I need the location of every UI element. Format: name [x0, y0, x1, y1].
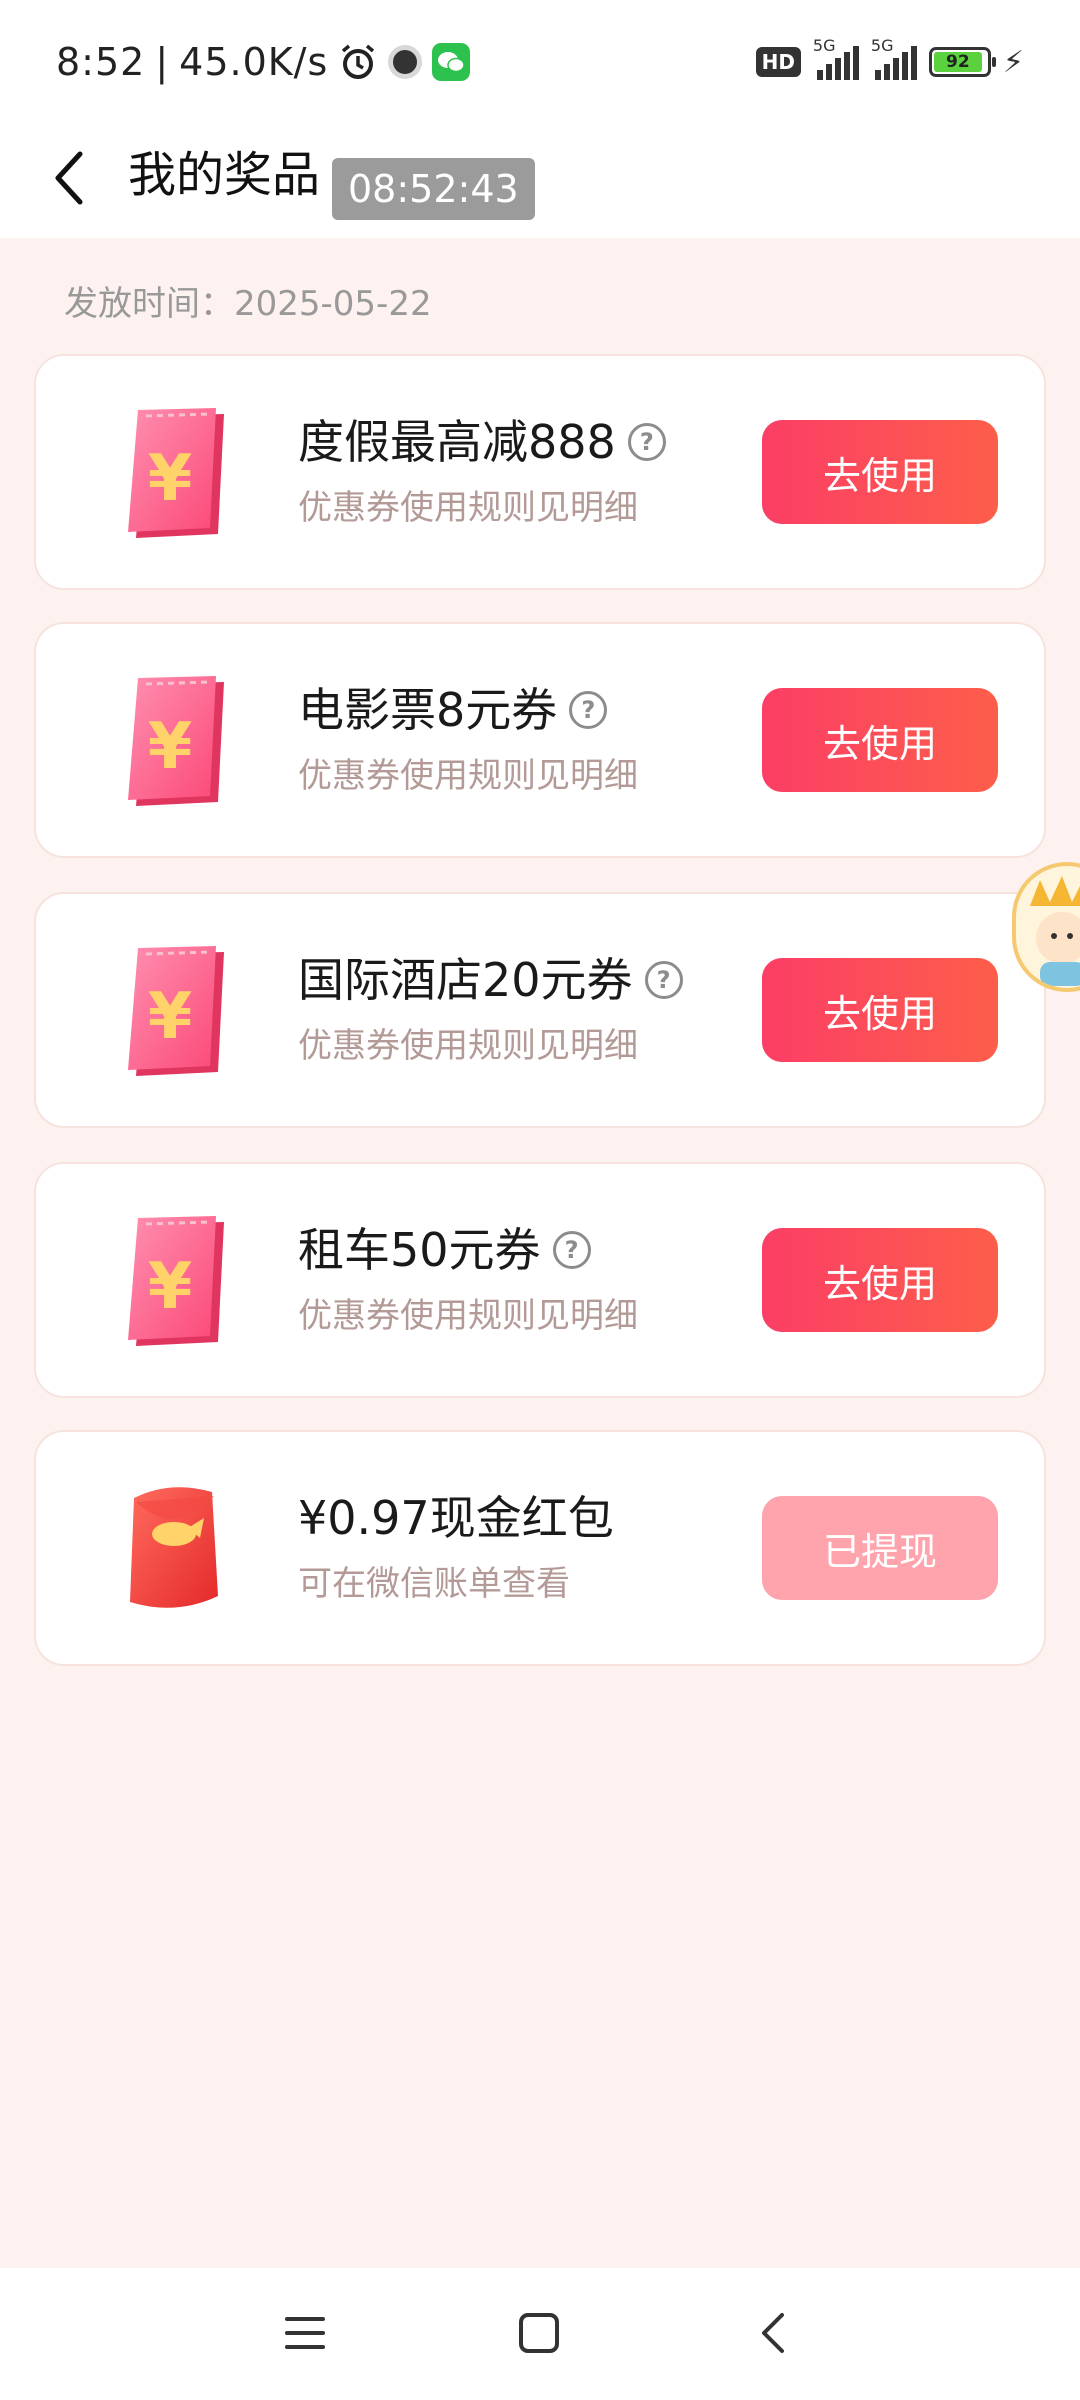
prize-info: 电影票8元券 ? 优惠券使用规则见明细	[298, 680, 638, 797]
status-left: 8:52 | 45.0K/s	[56, 36, 471, 88]
prize-name-row: 度假最高减888 ?	[298, 412, 666, 472]
prize-info: ¥0.97现金红包 可在微信账单查看	[298, 1488, 614, 1605]
help-icon[interactable]: ?	[627, 423, 666, 461]
withdrawn-button[interactable]: 已提现	[762, 1496, 998, 1600]
prize-desc: 优惠券使用规则见明细	[298, 756, 638, 796]
charging-icon: ⚡	[1002, 44, 1024, 80]
prize-name-row: 国际酒店20元券 ?	[298, 950, 683, 1010]
help-icon[interactable]: ?	[644, 961, 683, 999]
prize-desc: 优惠券使用规则见明细	[298, 488, 638, 528]
svg-text:¥: ¥	[148, 980, 193, 1054]
menu-icon	[285, 2317, 325, 2349]
alarm-icon	[338, 42, 378, 82]
dot-app-icon	[388, 45, 423, 79]
use-button[interactable]: 去使用	[762, 958, 998, 1062]
menu-button[interactable]	[270, 2298, 340, 2368]
page-title: 我的奖品	[128, 147, 321, 203]
issue-date-value: 2025-05-22	[234, 284, 432, 324]
prize-info: 度假最高减888 ? 优惠券使用规则见明细	[298, 412, 666, 529]
use-button[interactable]: 去使用	[762, 1228, 998, 1332]
svg-text:¥: ¥	[148, 442, 193, 516]
issue-date-label: 发放时间：	[64, 284, 234, 324]
prize-name: 度假最高减888	[298, 415, 616, 469]
status-bar: 8:52 | 45.0K/s HD 5G 5G 92 ⚡	[0, 0, 1080, 118]
time-overlay: 08:52:43	[332, 158, 535, 220]
chevron-left-icon	[55, 151, 83, 205]
prize-name-row: 电影票8元券 ?	[298, 680, 638, 740]
prize-name: 租车50元券	[298, 1223, 541, 1277]
battery-level: 92	[933, 52, 982, 72]
coupon-icon: ¥	[100, 1210, 246, 1356]
help-icon[interactable]: ?	[569, 691, 608, 729]
prize-desc: 可在微信账单查看	[298, 1564, 570, 1604]
battery-icon: 92	[928, 47, 996, 77]
prize-name: ¥0.97现金红包	[298, 1491, 614, 1545]
svg-text:¥: ¥	[148, 1250, 193, 1324]
red-envelope-icon	[100, 1478, 246, 1624]
system-nav-bar	[0, 2268, 1080, 2400]
signal-icon: 5G	[871, 36, 917, 80]
home-button[interactable]	[504, 2298, 574, 2368]
prize-card: ¥ 国际酒店20元券 ? 优惠券使用规则见明细 去使用	[34, 892, 1046, 1128]
use-button[interactable]: 去使用	[762, 688, 998, 792]
prize-card: ¥ 电影票8元券 ? 优惠券使用规则见明细 去使用	[34, 622, 1046, 858]
home-icon	[519, 2313, 559, 2353]
prize-name: 国际酒店20元券	[298, 953, 633, 1007]
issue-date: 发放时间：2025-05-22	[64, 276, 432, 325]
hd-badge: HD	[755, 47, 801, 77]
prize-card: ¥ 度假最高减888 ? 优惠券使用规则见明细 去使用	[34, 354, 1046, 590]
prize-name-row: ¥0.97现金红包	[298, 1488, 614, 1548]
prize-card: ¥ 租车50元券 ? 优惠券使用规则见明细 去使用	[34, 1162, 1046, 1398]
status-time: 8:52	[56, 40, 146, 84]
coupon-icon: ¥	[100, 402, 246, 548]
prize-card: ¥0.97现金红包 可在微信账单查看 已提现	[34, 1430, 1046, 1666]
prize-info: 国际酒店20元券 ? 优惠券使用规则见明细	[298, 950, 683, 1067]
prize-info: 租车50元券 ? 优惠券使用规则见明细	[298, 1220, 638, 1337]
status-separator: |	[155, 40, 170, 84]
status-right: HD 5G 5G 92 ⚡	[755, 36, 1024, 84]
page-header: 我的奖品 08:52:43	[0, 118, 1080, 238]
svg-text:¥: ¥	[148, 710, 193, 784]
coupon-icon: ¥	[100, 940, 246, 1086]
prize-name-row: 租车50元券 ?	[298, 1220, 638, 1280]
use-button[interactable]: 去使用	[762, 420, 998, 524]
signal-icon: 5G	[813, 36, 859, 80]
prize-name: 电影票8元券	[298, 683, 558, 737]
help-icon[interactable]: ?	[552, 1231, 591, 1269]
back-icon	[762, 2313, 784, 2353]
network-speed: 45.0K/s	[179, 40, 329, 84]
prize-desc: 优惠券使用规则见明细	[298, 1026, 638, 1066]
system-back-button[interactable]	[738, 2298, 808, 2368]
back-button[interactable]	[30, 138, 110, 218]
wechat-icon	[432, 43, 471, 81]
coupon-icon: ¥	[100, 670, 246, 816]
prize-desc: 优惠券使用规则见明细	[298, 1296, 638, 1336]
